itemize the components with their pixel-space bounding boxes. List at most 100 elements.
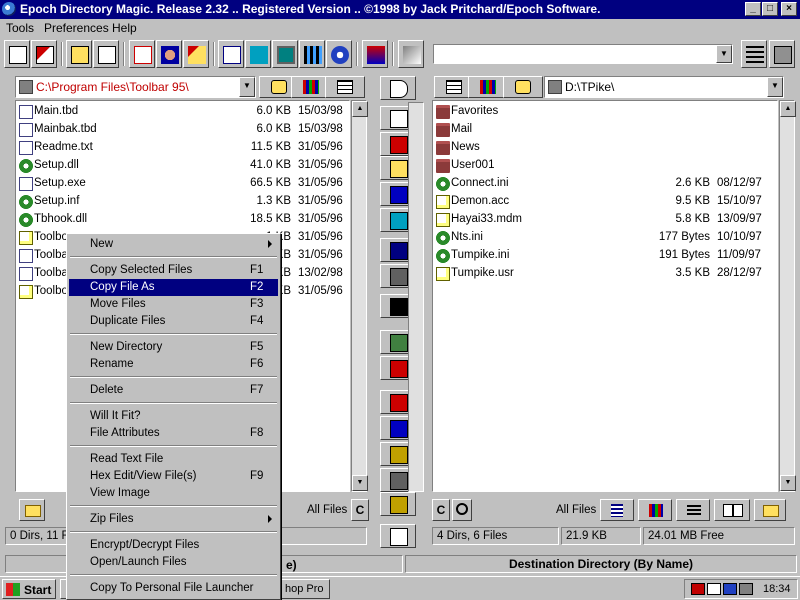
film-button[interactable] [299,40,325,68]
menu-item-copy-to-personal-file-launcher[interactable]: Copy To Personal File Launcher [69,580,278,597]
copy-arrow-icon [723,504,743,517]
menu-item-move-files[interactable]: Move Files F3 [69,296,278,313]
menu-item-hex-edit-view-file-s[interactable]: Hex Edit/View File(s) F9 [69,468,278,485]
source-folder-button[interactable] [19,499,45,521]
menu-item-zip-files[interactable]: Zip Files [69,511,278,528]
power-button[interactable] [326,40,352,68]
key-button[interactable] [380,492,416,516]
file-name: Toolbo [34,285,68,297]
menu-item-encrypt-decrypt-files[interactable]: Encrypt/Decrypt Files [69,537,278,554]
source-c-button[interactable]: C [351,499,369,521]
scroll-down-button[interactable]: ▼ [352,475,368,491]
menu-item-copy-selected-files[interactable]: Copy Selected Files F1 [69,262,278,279]
start-button[interactable]: Start [2,579,56,599]
dest-file-list[interactable]: Favorites Mail News User001 Connect.ini 2.6 K… [432,100,778,492]
clock[interactable]: 18:34 [763,583,791,595]
file-row[interactable]: Tumpike.ini 191 Bytes 11/09/97 [433,247,777,265]
main-toolbar: ▼ [0,38,800,72]
title-bar[interactable]: Epoch Directory Magic. Release 2.32 .. R… [0,0,800,19]
scroll-up-button[interactable]: ▲ [352,101,368,117]
file-row[interactable]: Setup.dll 41.0 KB 31/05/96 [16,157,349,175]
notepad-button[interactable] [218,40,244,68]
monitor-button[interactable] [272,40,298,68]
tray-icon[interactable] [707,583,721,595]
dest-books-button[interactable] [468,76,508,98]
trash-button[interactable] [769,40,795,68]
folder-row[interactable]: Mail [433,121,777,139]
tray-icon[interactable] [723,583,737,595]
menu-item-view-image[interactable]: View Image [69,485,278,502]
dest-scrollbar[interactable]: ▲ ▼ [779,100,796,492]
menu-item-new-directory[interactable]: New Directory F5 [69,339,278,356]
scroll-up-button[interactable]: ▲ [780,101,796,117]
dest-folder-button[interactable] [754,499,786,521]
pointing-hand-button[interactable] [380,76,416,100]
menu-item-read-text-file[interactable]: Read Text File [69,451,278,468]
menu-item-file-attributes[interactable]: File Attributes F8 [69,425,278,442]
source-path-combo[interactable]: C:\Program Files\Toolbar 95\ ▼ [15,76,256,98]
spell-button[interactable] [31,40,57,68]
file-row[interactable]: Setup.inf 1.3 KB 31/05/96 [16,193,349,211]
menu-item-open-launch-files[interactable]: Open/Launch Files [69,554,278,571]
dest-search-button[interactable] [452,499,472,521]
copy-icon [71,46,89,64]
dest-copy-button[interactable] [714,499,750,521]
menu-item-delete[interactable]: Delete F7 [69,382,278,399]
file-row[interactable]: Tbhook.dll 18.5 KB 31/05/96 [16,211,349,229]
menu-tools[interactable]: Tools [6,21,34,35]
network-button[interactable] [362,40,388,68]
dest-sort-button[interactable] [600,499,634,521]
ms-dos-button[interactable] [129,40,155,68]
folder-row[interactable]: Favorites [433,103,777,121]
dest-lines-button[interactable] [676,499,710,521]
dest-books2-button[interactable] [638,499,672,521]
file-row[interactable]: Mainbak.tbd 6.0 KB 15/03/98 [16,121,349,139]
dest-hand-button[interactable] [503,76,543,98]
scroll-down-button[interactable]: ▼ [780,475,796,491]
users-button[interactable] [156,40,182,68]
minimize-button[interactable]: _ [745,2,761,16]
menu-item-will-it-fit[interactable]: Will It Fit? [69,408,278,425]
menu-item-copy-file-as[interactable]: Copy File As F2 [69,279,278,296]
chevron-down-icon[interactable]: ▼ [239,77,255,97]
dest-path-combo[interactable]: D:\TPike\ ▼ [544,76,784,98]
command-combo[interactable]: ▼ [433,44,733,64]
action-strip-scrollbar[interactable] [408,102,424,492]
close-button[interactable]: × [781,2,797,16]
window-icon [390,472,408,490]
file-row[interactable]: Hayai33.mdm 5.8 KB 13/09/97 [433,211,777,229]
file-row[interactable]: Nts.ini 177 Bytes 10/10/97 [433,229,777,247]
file-row[interactable]: Setup.exe 66.5 KB 31/05/96 [16,175,349,193]
file-row[interactable]: Main.tbd 6.0 KB 15/03/98 [16,103,349,121]
file-row[interactable]: Connect.ini 2.6 KB 08/12/97 [433,175,777,193]
file-date: 13/02/98 [298,267,343,279]
chevron-down-icon[interactable]: ▼ [767,77,783,97]
pointing-hand-bottom-button[interactable] [380,524,416,548]
file-size: 6.0 KB [256,123,291,135]
sweep-button[interactable] [183,40,209,68]
n-button[interactable] [245,40,271,68]
menu-item-new[interactable]: New [69,236,278,253]
tray-icon[interactable] [691,583,705,595]
key-button[interactable] [398,40,424,68]
chevron-down-icon[interactable]: ▼ [716,45,732,63]
menu-preferences[interactable]: Preferences [44,21,109,35]
file-row[interactable]: Demon.acc 9.5 KB 15/10/97 [433,193,777,211]
dest-c-button[interactable]: C [432,499,450,521]
app-icon[interactable] [2,2,16,16]
folder-row[interactable]: User001 [433,157,777,175]
menu-item-rename[interactable]: Rename F6 [69,356,278,373]
menu-help[interactable]: Help [112,21,137,35]
check-button[interactable] [4,40,30,68]
folder-row[interactable]: News [433,139,777,157]
file-row[interactable]: Readme.txt 11.5 KB 31/05/96 [16,139,349,157]
source-view-button[interactable] [325,76,365,98]
list-view-button[interactable] [741,40,767,68]
maximize-button[interactable]: □ [762,2,778,16]
speaker-icon[interactable] [739,583,753,595]
copy-button[interactable] [66,40,92,68]
source-scrollbar[interactable]: ▲ ▼ [351,100,368,492]
file-row[interactable]: Tumpike.usr 3.5 KB 28/12/97 [433,265,777,283]
page-button[interactable] [93,40,119,68]
menu-item-duplicate-files[interactable]: Duplicate Files F4 [69,313,278,330]
